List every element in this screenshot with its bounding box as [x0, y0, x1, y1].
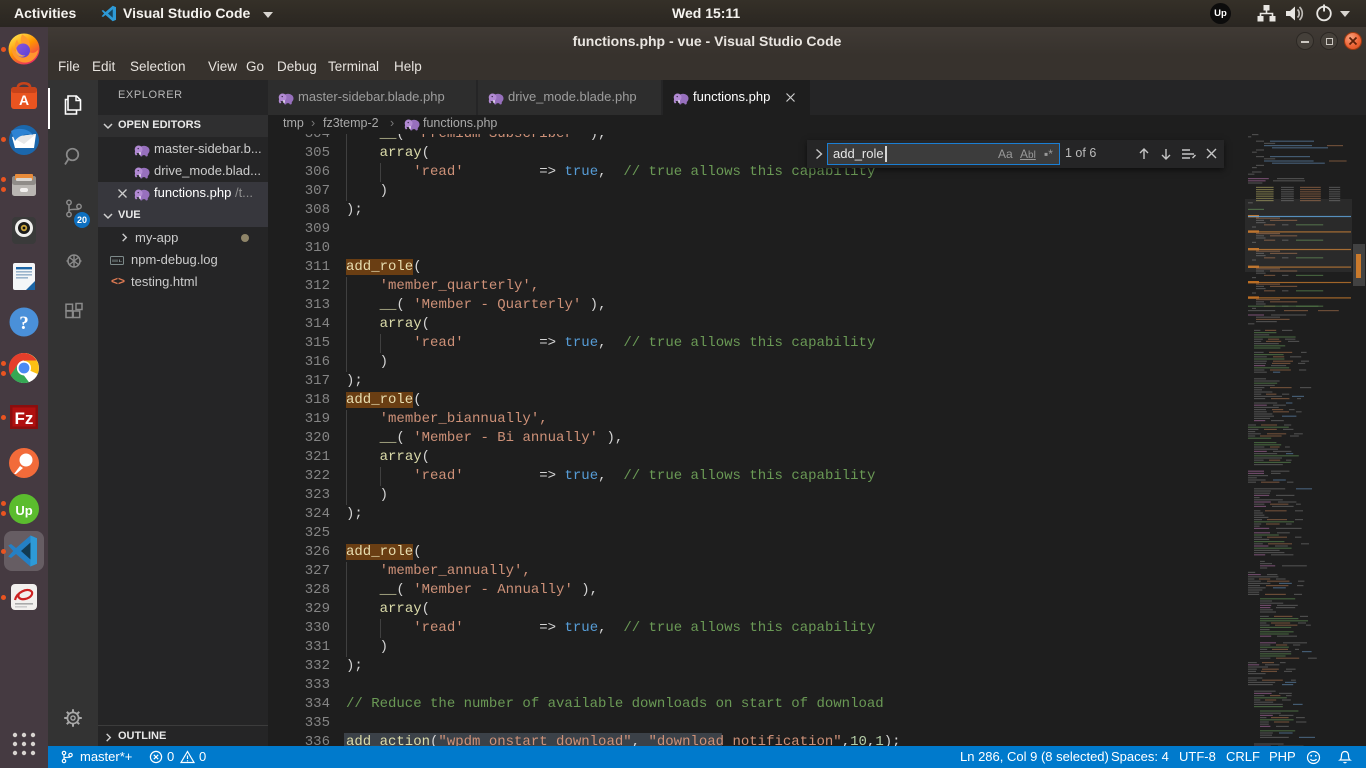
svg-text:?: ?: [19, 313, 29, 334]
svg-text:A: A: [19, 92, 29, 108]
svg-text:Up: Up: [15, 503, 32, 518]
svg-text:Fz: Fz: [15, 409, 34, 428]
